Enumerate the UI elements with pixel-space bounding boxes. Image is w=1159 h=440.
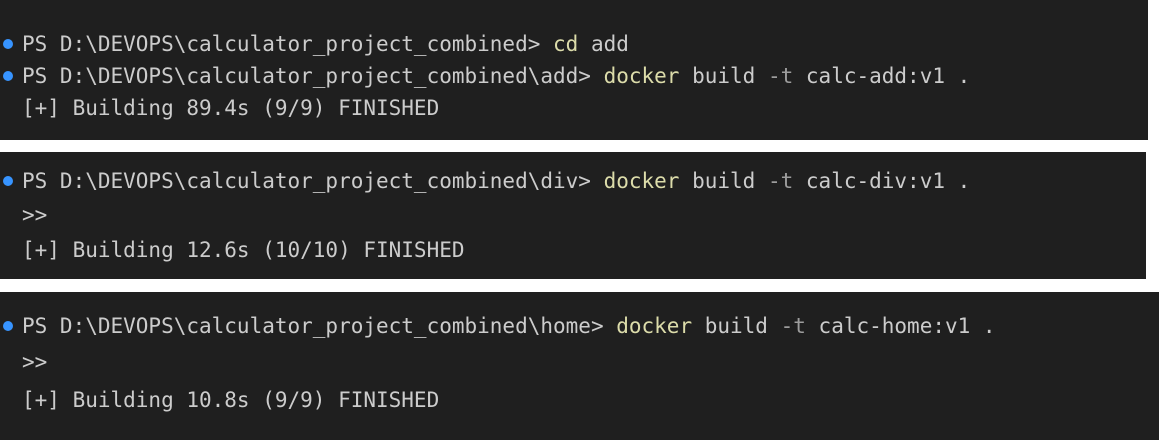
- command-args: build: [692, 314, 781, 338]
- prompt: PS D:\DEVOPS\calculator_project_combined…: [22, 64, 604, 88]
- command-args: add: [578, 32, 629, 56]
- terminal-panel-home: PS D:\DEVOPS\calculator_project_combined…: [0, 292, 1159, 440]
- terminal-output-line: [+] Building 89.4s (9/9) FINISHED: [0, 94, 439, 122]
- command-args: build: [679, 64, 768, 88]
- command: docker: [616, 314, 693, 338]
- terminal-panel-div: PS D:\DEVOPS\calculator_project_combined…: [0, 152, 1146, 279]
- build-output: [+] Building 89.4s (9/9) FINISHED: [22, 96, 440, 120]
- command-decoration-icon[interactable]: [3, 176, 13, 186]
- command: docker: [603, 169, 680, 193]
- build-output: [+] Building 10.8s (9/9) FINISHED: [22, 388, 440, 412]
- build-output: [+] Building 12.6s (10/10) FINISHED: [22, 238, 465, 262]
- prompt: PS D:\DEVOPS\calculator_project_combined…: [22, 32, 554, 56]
- continuation-prompt: >>: [22, 350, 48, 374]
- command: cd: [553, 32, 579, 56]
- prompt: PS D:\DEVOPS\calculator_project_combined…: [22, 314, 617, 338]
- prompt: PS D:\DEVOPS\calculator_project_combined…: [22, 169, 604, 193]
- terminal-output-line: >>: [0, 201, 51, 229]
- command-args: calc-div:v1 .: [793, 169, 971, 193]
- terminal-line: PS D:\DEVOPS\calculator_project_combined…: [0, 167, 970, 195]
- command-args: build: [679, 169, 768, 193]
- command-flag: -t: [767, 169, 794, 193]
- command-flag: -t: [767, 64, 794, 88]
- command-decoration-icon[interactable]: [3, 71, 13, 81]
- terminal-output-line: >>: [0, 348, 51, 376]
- command: docker: [603, 64, 680, 88]
- terminal-line: PS D:\DEVOPS\calculator_project_combined…: [0, 62, 970, 90]
- terminal-panel-add: PS D:\DEVOPS\calculator_project_combined…: [0, 0, 1148, 140]
- command-decoration-icon[interactable]: [3, 321, 13, 331]
- terminal-output-line: [+] Building 10.8s (9/9) FINISHED: [0, 386, 439, 414]
- continuation-prompt: >>: [22, 203, 48, 227]
- terminal-line: PS D:\DEVOPS\calculator_project_combined…: [0, 312, 996, 340]
- command-decoration-icon[interactable]: [3, 39, 13, 49]
- command-args: calc-home:v1 .: [805, 314, 996, 338]
- terminal-line: PS D:\DEVOPS\calculator_project_combined…: [0, 30, 629, 58]
- command-flag: -t: [780, 314, 806, 338]
- terminal-output-line: [+] Building 12.6s (10/10) FINISHED: [0, 236, 465, 264]
- command-args: calc-add:v1 .: [793, 64, 971, 88]
